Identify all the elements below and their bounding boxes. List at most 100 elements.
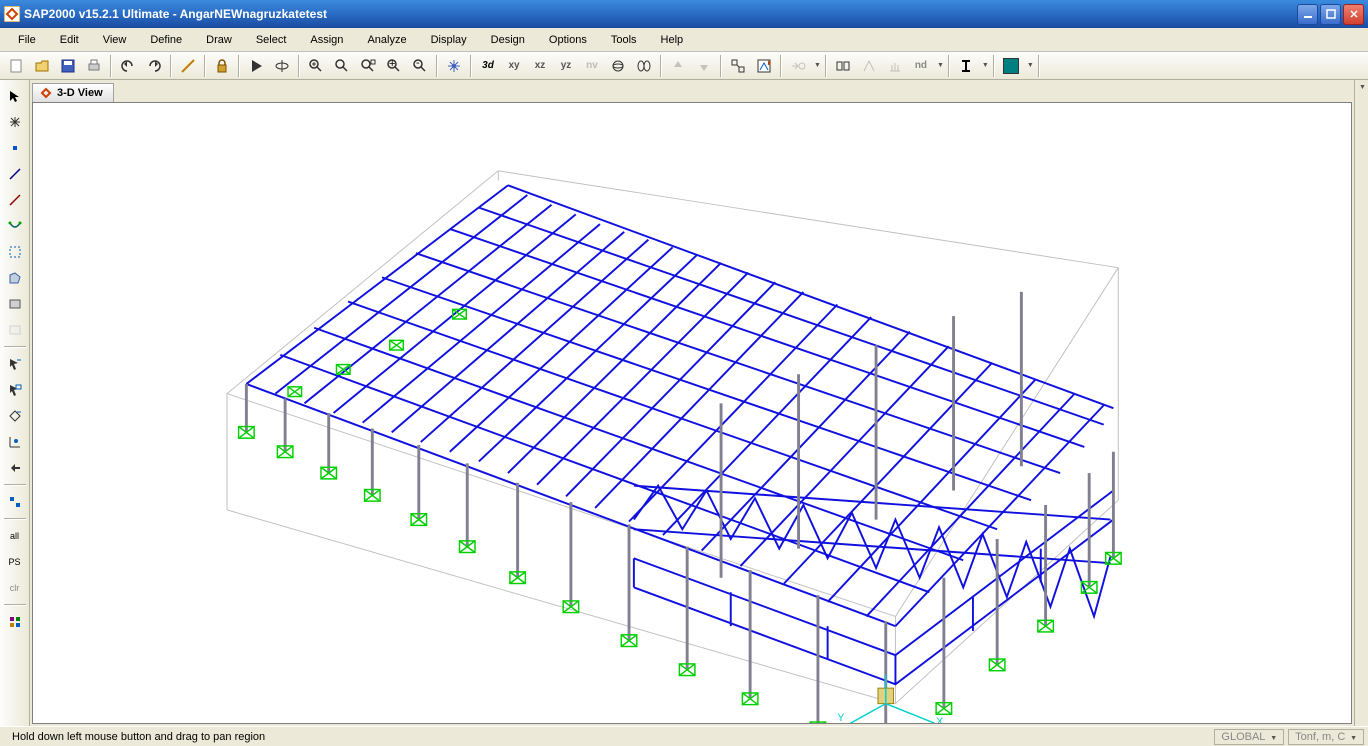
misc-button[interactable] [3, 610, 27, 634]
maximize-button[interactable] [1320, 4, 1341, 25]
redo-button[interactable] [142, 54, 166, 78]
separator [298, 55, 300, 77]
pan-button[interactable] [442, 54, 466, 78]
view-tab-strip: 3-D View [32, 82, 1352, 102]
perspective-button[interactable] [606, 54, 630, 78]
named-view-button[interactable] [831, 54, 855, 78]
set-display-button[interactable] [752, 54, 776, 78]
new-button[interactable] [4, 54, 28, 78]
move-down-button[interactable] [692, 54, 716, 78]
tab-label: 3-D View [57, 87, 103, 99]
coord-system-box[interactable]: GLOBAL ▼ [1214, 729, 1284, 745]
dropdown-icon[interactable]: ▼ [814, 62, 821, 69]
select-all-button[interactable]: all [3, 524, 27, 548]
dropdown-icon[interactable]: ▼ [982, 62, 989, 69]
quick-frame-button[interactable] [3, 188, 27, 212]
draw-joint-button[interactable] [3, 136, 27, 160]
separator [170, 55, 172, 77]
separator [436, 55, 438, 77]
dropdown-icon[interactable]: ▼ [937, 62, 944, 69]
color-swatch-icon [1003, 58, 1019, 74]
snap-joints-button[interactable] [3, 490, 27, 514]
menu-display[interactable]: Display [421, 32, 477, 48]
menu-draw[interactable]: Draw [196, 32, 242, 48]
shrink-button[interactable] [632, 54, 656, 78]
separator [948, 55, 950, 77]
menu-help[interactable]: Help [651, 32, 694, 48]
draw-cable-button[interactable] [3, 214, 27, 238]
tab-x-icon [39, 86, 53, 100]
3d-view-canvas[interactable]: Y X [32, 102, 1352, 724]
color-button[interactable] [999, 54, 1023, 78]
view-xz-button[interactable]: xz [528, 54, 552, 78]
menu-design[interactable]: Design [481, 32, 535, 48]
view-nv-button[interactable]: nv [580, 54, 604, 78]
menu-select[interactable]: Select [246, 32, 297, 48]
menu-assign[interactable]: Assign [300, 32, 353, 48]
select-intersect-button[interactable] [3, 404, 27, 428]
lock-button[interactable] [210, 54, 234, 78]
open-button[interactable] [30, 54, 54, 78]
menu-define[interactable]: Define [140, 32, 192, 48]
zoom-previous-button[interactable] [356, 54, 380, 78]
assign-option-button[interactable] [786, 54, 810, 78]
save-button[interactable] [56, 54, 80, 78]
separator [825, 55, 827, 77]
zoom-window-button[interactable] [304, 54, 328, 78]
run-button[interactable] [244, 54, 268, 78]
select-pointer-button[interactable] [3, 352, 27, 376]
ibeam-button[interactable] [954, 54, 978, 78]
zoom-in-button[interactable]: + [382, 54, 406, 78]
select-poly-button[interactable] [3, 378, 27, 402]
object-shrink-button[interactable] [726, 54, 750, 78]
menu-tools[interactable]: Tools [601, 32, 647, 48]
window-controls [1297, 4, 1364, 25]
model-render: Y X [33, 103, 1351, 723]
reshape-button[interactable] [3, 110, 27, 134]
pointer-button[interactable] [3, 84, 27, 108]
svg-text:X: X [936, 716, 943, 723]
rotate-3d-button[interactable] [270, 54, 294, 78]
units-box[interactable]: Tonf, m, C ▼ [1288, 729, 1364, 745]
separator [720, 55, 722, 77]
draw-frame-button[interactable] [3, 162, 27, 186]
menu-analyze[interactable]: Analyze [357, 32, 416, 48]
zoom-extents-button[interactable] [330, 54, 354, 78]
view-3d-button[interactable]: 3d [476, 54, 500, 78]
menu-edit[interactable]: Edit [50, 32, 89, 48]
right-bar: ▼ [1354, 80, 1368, 726]
prev-select-button[interactable]: PS [3, 550, 27, 574]
separator [4, 604, 26, 606]
dropdown-icon[interactable]: ▼ [1359, 84, 1366, 91]
draw-poly-button[interactable] [3, 266, 27, 290]
draw-rect-button[interactable] [3, 292, 27, 316]
quick-area-button[interactable] [3, 318, 27, 342]
status-hint: Hold down left mouse button and drag to … [4, 731, 1210, 743]
app-icon [4, 6, 20, 22]
view-yz-button[interactable]: yz [554, 54, 578, 78]
move-up-button[interactable] [666, 54, 690, 78]
clear-select-button[interactable]: clr [3, 576, 27, 600]
get-prev-select-button[interactable] [3, 456, 27, 480]
undo-button[interactable] [116, 54, 140, 78]
svg-text:Y: Y [837, 712, 844, 723]
side-toolbar: all PS clr [0, 80, 30, 726]
show-grid-button[interactable] [883, 54, 907, 78]
separator [993, 55, 995, 77]
refresh-button[interactable] [176, 54, 200, 78]
close-button[interactable] [1343, 4, 1364, 25]
menu-file[interactable]: File [8, 32, 46, 48]
separator [1038, 55, 1040, 77]
view-tab-3d[interactable]: 3-D View [32, 83, 114, 102]
zoom-out-button[interactable]: - [408, 54, 432, 78]
dropdown-icon[interactable]: ▼ [1027, 62, 1034, 69]
nd-button[interactable]: nd [909, 54, 933, 78]
print-button[interactable] [82, 54, 106, 78]
select-coord-button[interactable] [3, 430, 27, 454]
section-cut-button[interactable] [857, 54, 881, 78]
minimize-button[interactable] [1297, 4, 1318, 25]
menu-view[interactable]: View [93, 32, 137, 48]
menu-options[interactable]: Options [539, 32, 597, 48]
view-xy-button[interactable]: xy [502, 54, 526, 78]
draw-area-button[interactable] [3, 240, 27, 264]
